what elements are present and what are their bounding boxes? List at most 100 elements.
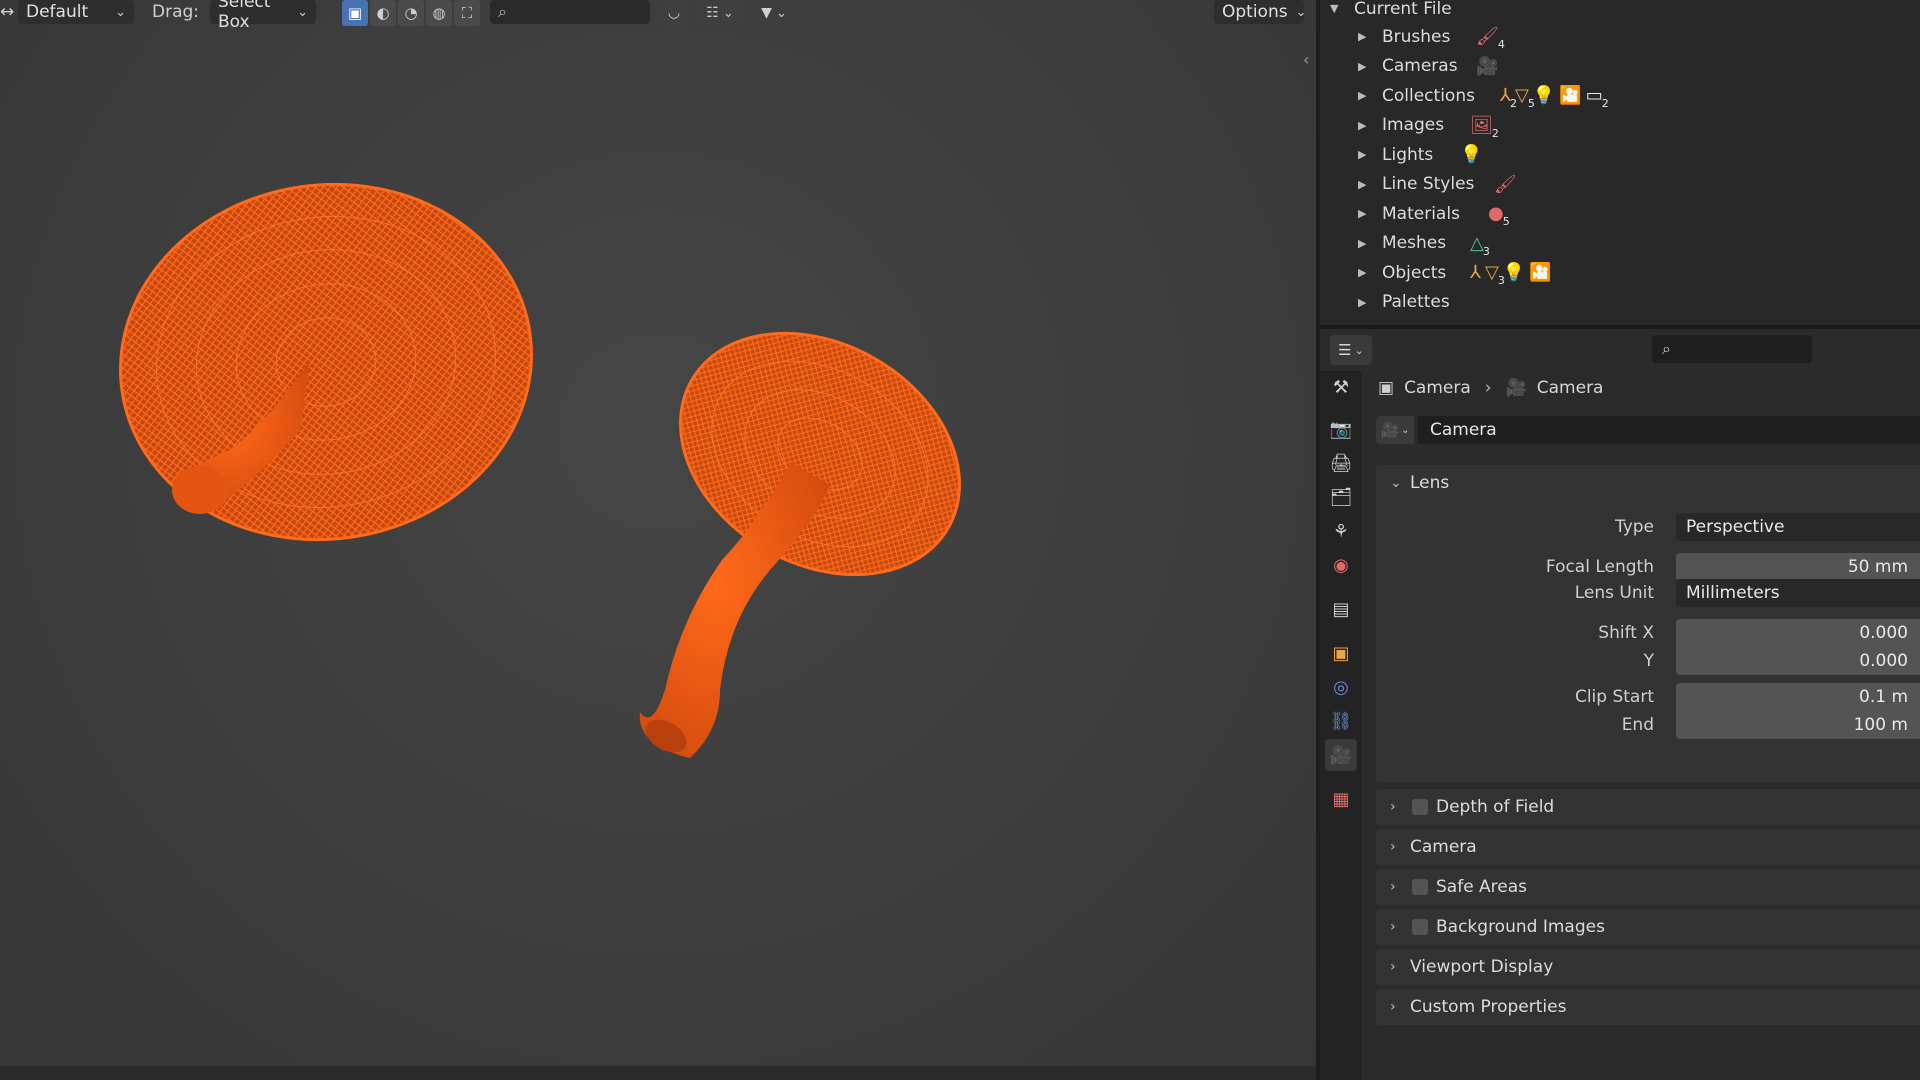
- datablock-icon[interactable]: ▭ 2: [1586, 85, 1609, 110]
- sidebar-toggle-icon[interactable]: ‹: [1303, 50, 1309, 69]
- outliner-item-objects[interactable]: ▶ Objects ⅄ ▽ 3 💡 🎦: [1320, 258, 1920, 287]
- lens-row-end: End 100 m: [1376, 711, 1920, 739]
- panel-header[interactable]: › Camera: [1376, 829, 1920, 865]
- chevron-right-icon: ›: [1390, 919, 1396, 935]
- outliner-item-line-styles[interactable]: ▶ Line Styles 🖌: [1320, 170, 1920, 199]
- chevron-right-icon: ›: [1390, 999, 1396, 1015]
- outliner-item-meshes[interactable]: ▶ Meshes △ 3: [1320, 229, 1920, 258]
- datablock-icon[interactable]: ⅄: [1470, 262, 1481, 283]
- datablock-icon[interactable]: 💡: [1460, 144, 1482, 165]
- datablock-icon[interactable]: 💡: [1533, 85, 1555, 106]
- panel-header[interactable]: › Safe Areas: [1376, 869, 1920, 905]
- outliner-item-brushes[interactable]: ▶ Brushes 🖌 4: [1320, 22, 1920, 51]
- icon-count: 4: [1497, 38, 1505, 51]
- collapsed-triangle-icon[interactable]: ▶: [1358, 296, 1366, 309]
- 3d-viewport[interactable]: ↔ Default ⌄ Drag: Select Box ⌄ ▣ ◐ ◔ ◍ ⛶…: [0, 0, 1316, 1080]
- panel-title: Background Images: [1436, 917, 1605, 937]
- property-field-clip-start[interactable]: 0.1 m: [1676, 683, 1920, 711]
- panel-viewport-display[interactable]: › Viewport Display: [1376, 949, 1920, 985]
- outliner-root[interactable]: ▼ Current File: [1320, 0, 1920, 23]
- outliner-item-cameras[interactable]: ▶ Cameras 🎥: [1320, 52, 1920, 81]
- panel-header[interactable]: › Depth of Field: [1376, 789, 1920, 825]
- mushroom-right[interactable]: [637, 285, 1003, 759]
- panel-depth-of-field[interactable]: › Depth of Field: [1376, 789, 1920, 825]
- outliner-item-lights[interactable]: ▶ Lights 💡: [1320, 140, 1920, 169]
- properties-editor-icon: ☰: [1338, 341, 1352, 359]
- collection-tab-icon[interactable]: ▤: [1325, 593, 1357, 625]
- panel-header[interactable]: › Custom Properties: [1376, 989, 1920, 1025]
- panel-enable-checkbox[interactable]: [1412, 799, 1428, 815]
- datablock-icon[interactable]: 🖌 4: [1476, 26, 1505, 51]
- view-layer-tab-icon[interactable]: 🗂: [1325, 481, 1357, 513]
- icon-count: 2: [1601, 97, 1609, 110]
- property-field-shift-x[interactable]: 0.000: [1676, 619, 1920, 647]
- collapsed-triangle-icon[interactable]: ▶: [1358, 30, 1366, 43]
- world-tab-icon[interactable]: ◉: [1325, 549, 1357, 581]
- property-field-focal-length[interactable]: 50 mm: [1676, 553, 1920, 581]
- expanded-triangle-icon[interactable]: ▼: [1330, 2, 1338, 15]
- constraints-tab-icon[interactable]: ⛓: [1325, 705, 1357, 737]
- outliner-item-label: Palettes: [1382, 292, 1450, 312]
- editor-type-select[interactable]: ☰ ⌄: [1330, 335, 1372, 365]
- collapsed-triangle-icon[interactable]: ▶: [1358, 207, 1366, 220]
- datablock-icon[interactable]: △ 3: [1470, 233, 1490, 258]
- property-field-end[interactable]: 100 m: [1676, 711, 1920, 739]
- property-field-y[interactable]: 0.000: [1676, 647, 1920, 675]
- collapsed-triangle-icon[interactable]: ▶: [1358, 89, 1366, 102]
- panel-safe-areas[interactable]: › Safe Areas: [1376, 869, 1920, 905]
- camera-datablock-browse[interactable]: 🎥 ⌄: [1376, 416, 1414, 444]
- datablock-icon[interactable]: ● 5: [1488, 203, 1510, 228]
- lens-panel-header[interactable]: ⌄ Lens: [1376, 465, 1920, 501]
- datablock-icon[interactable]: ▽ 3: [1485, 262, 1505, 287]
- datablock-icon[interactable]: 💡: [1503, 262, 1525, 283]
- panel-custom-properties[interactable]: › Custom Properties: [1376, 989, 1920, 1025]
- physics-tab-icon[interactable]: ◎: [1325, 671, 1357, 703]
- datablock-icon[interactable]: ⅄ 2: [1500, 85, 1517, 110]
- outliner-item-icons: 🖌 4: [1476, 26, 1505, 51]
- outliner-panel: ▼ Current File ▶ Brushes 🖌 4 ▶ Cameras 🎥 ▶ Colle…: [1320, 0, 1920, 325]
- render-tab-icon[interactable]: 📷: [1325, 413, 1357, 445]
- outliner-item-images[interactable]: ▶ Images 🖼 2: [1320, 111, 1920, 140]
- outliner-item-icons: 🖼 2: [1470, 115, 1499, 140]
- datablock-icon[interactable]: 🖼 2: [1470, 115, 1499, 140]
- output-tab-icon[interactable]: 🖨: [1325, 447, 1357, 479]
- outliner-item-label: Images: [1382, 115, 1445, 135]
- datablock-icon[interactable]: ▽ 5: [1515, 85, 1535, 110]
- panel-header[interactable]: › Background Images: [1376, 909, 1920, 945]
- outliner-item-collections[interactable]: ▶ Collections ⅄ 2 ▽ 5 💡 🎦 ▭ 2: [1320, 81, 1920, 110]
- datablock-icon[interactable]: 🎦: [1529, 262, 1551, 283]
- scene-tab-icon[interactable]: ⚘: [1325, 515, 1357, 547]
- datablock-icon[interactable]: 🎦: [1559, 85, 1581, 106]
- datablock-icon[interactable]: 🎥: [1476, 56, 1498, 77]
- collapsed-triangle-icon[interactable]: ▶: [1358, 266, 1366, 279]
- texture-tab-icon[interactable]: ▦: [1325, 783, 1357, 815]
- property-label: Clip Start: [1574, 687, 1654, 707]
- panel-enable-checkbox[interactable]: [1412, 919, 1428, 935]
- lens-row-type: Type Perspective: [1376, 513, 1920, 541]
- collapsed-triangle-icon[interactable]: ▶: [1358, 119, 1366, 132]
- mushroom-left[interactable]: [97, 158, 554, 566]
- outliner-item-label: Lights: [1382, 144, 1434, 165]
- outliner-item-icons: ⅄ ▽ 3 💡 🎦: [1470, 262, 1552, 287]
- panel-background-images[interactable]: › Background Images: [1376, 909, 1920, 945]
- panel-camera[interactable]: › Camera: [1376, 829, 1920, 865]
- tool-tab-icon[interactable]: ⚒: [1325, 371, 1357, 403]
- collapsed-triangle-icon[interactable]: ▶: [1358, 178, 1366, 191]
- camera-datablock-name[interactable]: Camera: [1418, 416, 1920, 444]
- datablock-icon[interactable]: 🖌: [1494, 174, 1517, 195]
- outliner-item-icons: 🎥: [1476, 56, 1498, 77]
- property-field-type[interactable]: Perspective: [1676, 513, 1920, 541]
- outliner-item-materials[interactable]: ▶ Materials ● 5: [1320, 199, 1920, 228]
- outliner-item-palettes[interactable]: ▶ Palettes: [1320, 288, 1920, 317]
- lens-row-lens-unit: Lens Unit Millimeters: [1376, 579, 1920, 607]
- panel-enable-checkbox[interactable]: [1412, 879, 1428, 895]
- collapsed-triangle-icon[interactable]: ▶: [1358, 148, 1366, 161]
- properties-search[interactable]: ⌕: [1652, 335, 1812, 363]
- panel-header[interactable]: › Viewport Display: [1376, 949, 1920, 985]
- camera-data-tab-icon[interactable]: 🎥: [1325, 739, 1357, 771]
- collapsed-triangle-icon[interactable]: ▶: [1358, 60, 1366, 73]
- property-label: End: [1621, 715, 1654, 735]
- collapsed-triangle-icon[interactable]: ▶: [1358, 237, 1366, 250]
- property-field-lens-unit[interactable]: Millimeters: [1676, 579, 1920, 607]
- object-tab-icon[interactable]: ▣: [1325, 637, 1357, 669]
